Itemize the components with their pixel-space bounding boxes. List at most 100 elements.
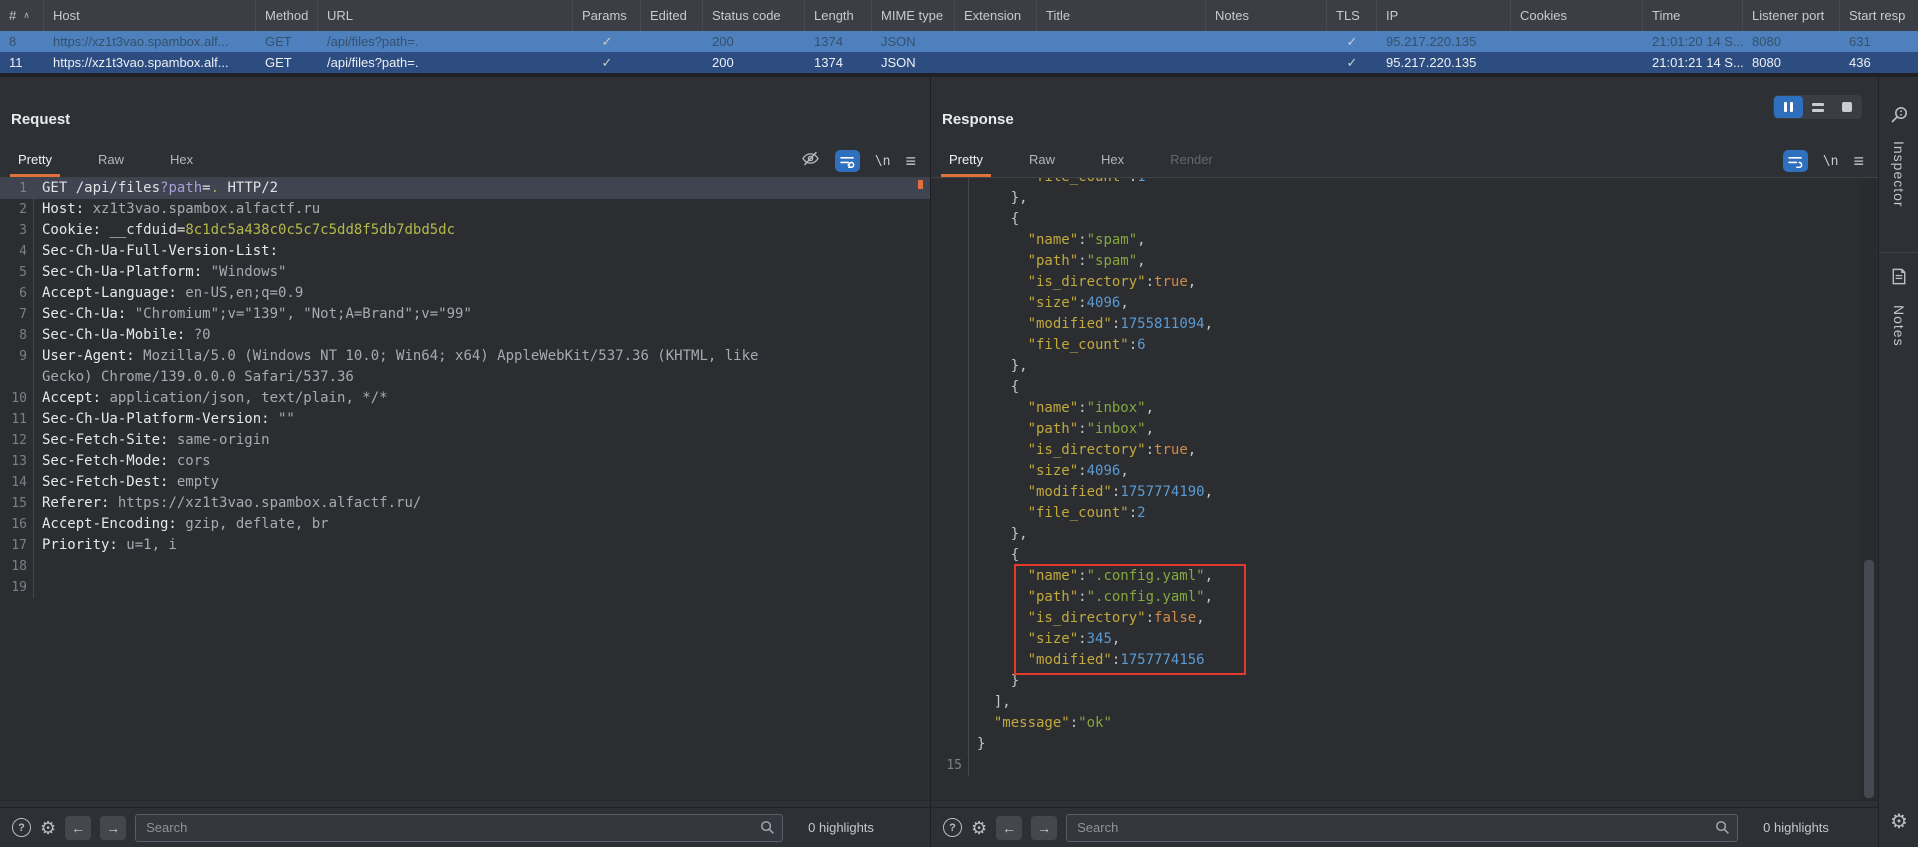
help-icon[interactable]: ? <box>12 818 31 837</box>
table-cell <box>1206 52 1327 73</box>
line-number: 7 <box>0 304 34 325</box>
line-number <box>931 482 969 503</box>
request-code-line: 6Accept-Language: en-US,en;q=0.9 <box>0 283 930 304</box>
table-cell <box>1037 52 1206 73</box>
dock-tab-notes[interactable]: Notes <box>1891 305 1907 347</box>
newline-toggle[interactable]: \n <box>1823 154 1839 169</box>
help-icon[interactable]: ? <box>943 818 962 837</box>
code-text: { <box>969 209 1019 230</box>
table-body: 8https://xz1t3vao.spambox.alf...GET/api/… <box>0 31 1918 73</box>
request-editor[interactable]: 1GET /api/files?path=. HTTP/22Host: xz1t… <box>0 178 930 801</box>
column-header-mime-type[interactable]: MIME type <box>872 0 955 31</box>
search-settings-gear-icon[interactable]: ⚙ <box>40 819 56 837</box>
word-wrap-toggle[interactable] <box>835 150 860 172</box>
response-scrollbar[interactable] <box>1862 178 1876 800</box>
tab-hex[interactable]: Hex <box>166 143 197 177</box>
response-search-input[interactable] <box>1066 814 1738 842</box>
line-number <box>931 356 969 377</box>
column-header-url[interactable]: URL <box>318 0 573 31</box>
tab-hex[interactable]: Hex <box>1097 143 1128 177</box>
dock-settings-gear-icon[interactable]: ⚙ <box>1890 813 1908 831</box>
table-cell: 95.217.220.135 <box>1377 31 1511 52</box>
response-panel-title: Response <box>942 111 1014 128</box>
response-code-line: "size":345, <box>931 629 1878 650</box>
pause-button[interactable] <box>1774 96 1803 118</box>
column-header-cookies[interactable]: Cookies <box>1511 0 1643 31</box>
code-text: "file_count":2 <box>969 503 1146 524</box>
column-header-ip[interactable]: IP <box>1377 0 1511 31</box>
line-number: 5 <box>0 262 34 283</box>
line-number: 8 <box>0 325 34 346</box>
column-header-title[interactable]: Title <box>1037 0 1206 31</box>
column-header-edited[interactable]: Edited <box>641 0 703 31</box>
editor-menu-icon[interactable]: ≡ <box>1853 152 1864 170</box>
stream-controls <box>1773 95 1862 119</box>
word-wrap-toggle[interactable] <box>1783 150 1808 172</box>
inspector-icon[interactable] <box>1889 105 1909 130</box>
table-cell: 631 <box>1840 31 1918 52</box>
table-header-row: #∧HostMethodURLParamsEditedStatus codeLe… <box>0 0 1918 31</box>
line-number <box>931 692 969 713</box>
column-header-tls[interactable]: TLS <box>1327 0 1377 31</box>
column-header-status-code[interactable]: Status code <box>703 0 805 31</box>
next-match-button[interactable]: → <box>100 816 126 840</box>
line-number: 19 <box>0 577 34 598</box>
column-header-params[interactable]: Params <box>573 0 641 31</box>
next-match-button[interactable]: → <box>1031 816 1057 840</box>
table-row[interactable]: 8https://xz1t3vao.spambox.alf...GET/api/… <box>0 31 1918 52</box>
stop-button[interactable] <box>1832 96 1861 118</box>
response-search-bar: ? ⚙ ← → 0 highlights <box>931 807 1878 847</box>
line-number: 13 <box>0 451 34 472</box>
tab-pretty[interactable]: Pretty <box>14 143 56 177</box>
response-editor[interactable]: "file_count":1 }, { "name":"spam", "path… <box>931 178 1878 801</box>
line-number <box>931 377 969 398</box>
search-settings-gear-icon[interactable]: ⚙ <box>971 819 987 837</box>
response-code-line: { <box>931 377 1878 398</box>
request-code-line: 11Sec-Ch-Ua-Platform-Version: "" <box>0 409 930 430</box>
rows-view-button[interactable] <box>1803 96 1832 118</box>
response-code-line: "path":".config.yaml", <box>931 587 1878 608</box>
code-text: Accept-Language: en-US,en;q=0.9 <box>34 283 303 304</box>
code-text: Sec-Ch-Ua-Platform-Version: "" <box>34 409 295 430</box>
table-cell <box>1511 31 1643 52</box>
response-code-line: "modified":1757774156 <box>931 650 1878 671</box>
table-cell <box>641 52 703 73</box>
line-number <box>931 230 969 251</box>
response-code-line: "is_directory":true, <box>931 272 1878 293</box>
line-number <box>931 419 969 440</box>
column-header-length[interactable]: Length <box>805 0 872 31</box>
request-search-input[interactable] <box>135 814 783 842</box>
column-header--[interactable]: #∧ <box>0 0 44 31</box>
table-cell: ✓ <box>573 31 641 52</box>
scrollbar-thumb[interactable] <box>1864 560 1874 798</box>
column-header-notes[interactable]: Notes <box>1206 0 1327 31</box>
request-code-line: 8Sec-Ch-Ua-Mobile: ?0 <box>0 325 930 346</box>
line-number <box>0 367 34 388</box>
dock-tab-inspector[interactable]: Inspector <box>1891 141 1907 208</box>
column-header-time[interactable]: Time <box>1643 0 1743 31</box>
tab-raw[interactable]: Raw <box>1025 143 1059 177</box>
tab-pretty[interactable]: Pretty <box>945 143 987 177</box>
table-cell: GET <box>256 31 318 52</box>
tab-raw[interactable]: Raw <box>94 143 128 177</box>
editor-menu-icon[interactable]: ≡ <box>905 152 916 170</box>
column-header-extension[interactable]: Extension <box>955 0 1037 31</box>
newline-toggle[interactable]: \n <box>875 154 891 169</box>
table-row[interactable]: 11https://xz1t3vao.spambox.alf...GET/api… <box>0 52 1918 73</box>
table-cell: ✓ <box>573 52 641 73</box>
column-header-host[interactable]: Host <box>44 0 256 31</box>
column-header-start-resp[interactable]: Start resp <box>1840 0 1918 31</box>
line-number <box>931 608 969 629</box>
hide-nonprintable-icon[interactable] <box>801 149 820 173</box>
column-header-method[interactable]: Method <box>256 0 318 31</box>
search-icon <box>1715 820 1730 840</box>
code-text: "is_directory":true, <box>969 440 1196 461</box>
line-number <box>931 272 969 293</box>
prev-match-button[interactable]: ← <box>996 816 1022 840</box>
prev-match-button[interactable]: ← <box>65 816 91 840</box>
table-cell: 436 <box>1840 52 1918 73</box>
column-header-listener-port[interactable]: Listener port <box>1743 0 1840 31</box>
code-text: Sec-Ch-Ua-Mobile: ?0 <box>34 325 211 346</box>
response-editor-toolbar: \n ≡ <box>1783 149 1864 173</box>
notes-icon[interactable] <box>1890 267 1909 291</box>
